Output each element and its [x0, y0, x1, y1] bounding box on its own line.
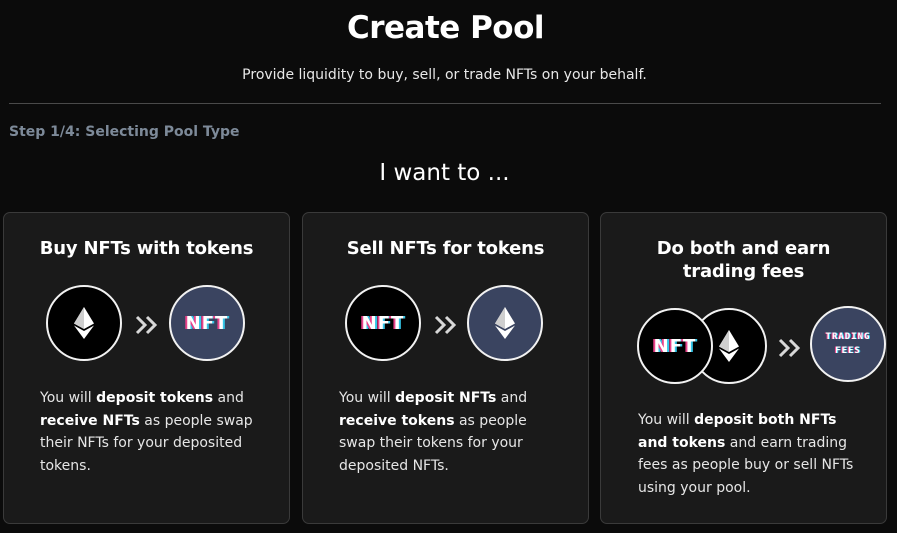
pool-type-prompt: I want to ... — [379, 160, 510, 186]
card-title-line2: trading fees — [682, 261, 805, 282]
nft-circle: NFT — [345, 285, 421, 361]
token-circle — [467, 285, 543, 361]
eth-icon — [719, 330, 739, 362]
desc-text: You will — [638, 412, 695, 428]
nft-circle: NFT — [637, 308, 713, 384]
double-chevron-right-icon — [135, 315, 158, 335]
desc-bold: deposit tokens — [96, 390, 214, 406]
card-description: You will deposit NFTs and receive tokens… — [339, 387, 559, 477]
nft-label: NFT — [185, 312, 229, 334]
nft-circle: NFT — [169, 285, 245, 361]
card-title: Sell NFTs for tokens — [346, 238, 545, 259]
divider — [9, 103, 881, 104]
page-subtitle: Provide liquidity to buy, sell, or trade… — [242, 67, 647, 83]
double-chevron-right-icon — [778, 338, 801, 358]
desc-bold: receive tokens — [339, 412, 455, 429]
trading-fees-circle: TRADING FEES — [810, 306, 886, 382]
trading-fees-label-line2: FEES — [835, 346, 861, 356]
page-title: Create Pool — [346, 10, 545, 46]
trading-fees-label-line1: TRADING — [825, 332, 871, 342]
desc-text: and — [496, 390, 528, 406]
eth-icon — [74, 307, 94, 339]
card-description: You will deposit tokens and receive NFTs… — [40, 387, 260, 477]
double-chevron-right-icon — [434, 315, 457, 335]
desc-text: and — [213, 390, 244, 406]
token-circle — [46, 285, 122, 361]
nft-label: NFT — [653, 335, 697, 357]
card-description: You will deposit both NFTs and tokens an… — [638, 409, 860, 499]
desc-text: You will — [40, 390, 97, 406]
eth-icon — [495, 307, 515, 339]
pool-type-card-sell[interactable]: Sell NFTs for tokens NFT You will deposi… — [302, 212, 589, 524]
nft-label: NFT — [361, 312, 405, 334]
pool-type-card-trade[interactable]: Do both and earn trading fees NFT TRADIN… — [600, 212, 887, 524]
step-indicator: Step 1/4: Selecting Pool Type — [9, 124, 240, 140]
pool-type-card-buy[interactable]: Buy NFTs with tokens NFT You will deposi… — [3, 212, 290, 524]
desc-bold: deposit NFTs — [395, 390, 497, 406]
desc-text: You will — [339, 390, 396, 406]
card-title: Buy NFTs with tokens — [39, 238, 254, 259]
desc-bold: receive NFTs — [40, 412, 140, 429]
card-title-line1: Do both and earn — [656, 238, 831, 259]
create-pool-page: Create Pool Provide liquidity to buy, se… — [0, 0, 897, 533]
